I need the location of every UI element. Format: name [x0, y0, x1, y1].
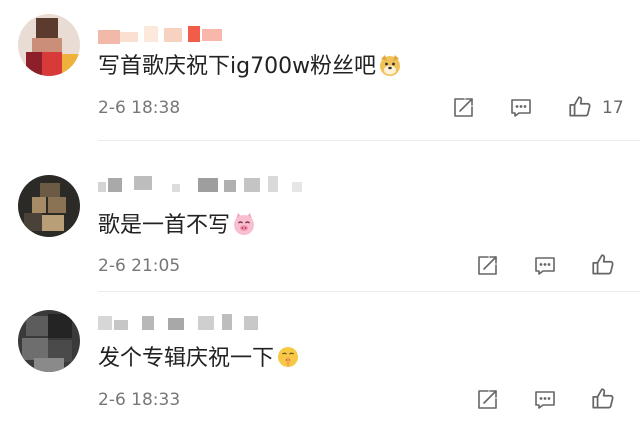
username-blurred[interactable]	[98, 314, 268, 332]
pig-face-emoji	[232, 212, 256, 245]
avatar[interactable]	[18, 175, 80, 237]
avatar[interactable]	[18, 14, 80, 76]
username-blurred[interactable]	[98, 26, 248, 44]
comment-time: 2-6 18:38	[98, 98, 181, 118]
reply-button[interactable]	[506, 94, 536, 122]
comment-text: 歌是一首不写	[98, 211, 256, 245]
comment-icon	[535, 257, 555, 275]
comment-item: 写首歌庆祝下ig700w粉丝吧 2-6 18:38 17	[0, 0, 640, 140]
thumbs-up-icon	[569, 96, 591, 117]
like-button[interactable]	[588, 385, 618, 413]
comment-time: 2-6 18:33	[98, 390, 181, 410]
like-button[interactable]	[565, 93, 595, 121]
comment-text: 发个专辑庆祝一下	[98, 344, 300, 378]
like-button[interactable]	[588, 251, 618, 279]
like-count: 17	[602, 98, 624, 118]
comment-time: 2-6 21:05	[98, 256, 181, 276]
reply-button[interactable]	[530, 386, 560, 414]
share-icon	[454, 98, 473, 117]
avatar[interactable]	[18, 310, 80, 372]
reply-button[interactable]	[530, 252, 560, 280]
comment-text-content: 写首歌庆祝下ig700w粉丝吧	[98, 54, 377, 79]
comment-item: 发个专辑庆祝一下 2-6 18:33	[0, 292, 640, 427]
comment-text-content: 发个专辑庆祝一下	[98, 346, 275, 371]
comment-text: 写首歌庆祝下ig700w粉丝吧	[98, 52, 402, 86]
shushing-face-emoji	[276, 345, 300, 378]
share-icon	[478, 390, 497, 409]
thumbs-up-icon	[592, 254, 614, 275]
share-icon	[478, 256, 497, 275]
comment-icon	[535, 391, 555, 409]
thumbs-up-icon	[592, 388, 614, 409]
share-button[interactable]	[472, 252, 502, 280]
doge-emoji	[378, 53, 402, 86]
comment-text-content: 歌是一首不写	[98, 213, 231, 238]
comment-icon	[511, 99, 531, 117]
share-button[interactable]	[472, 386, 502, 414]
comment-item: 歌是一首不写 2-6 21:05	[0, 141, 640, 291]
share-button[interactable]	[448, 94, 478, 122]
username-blurred[interactable]	[98, 176, 308, 194]
